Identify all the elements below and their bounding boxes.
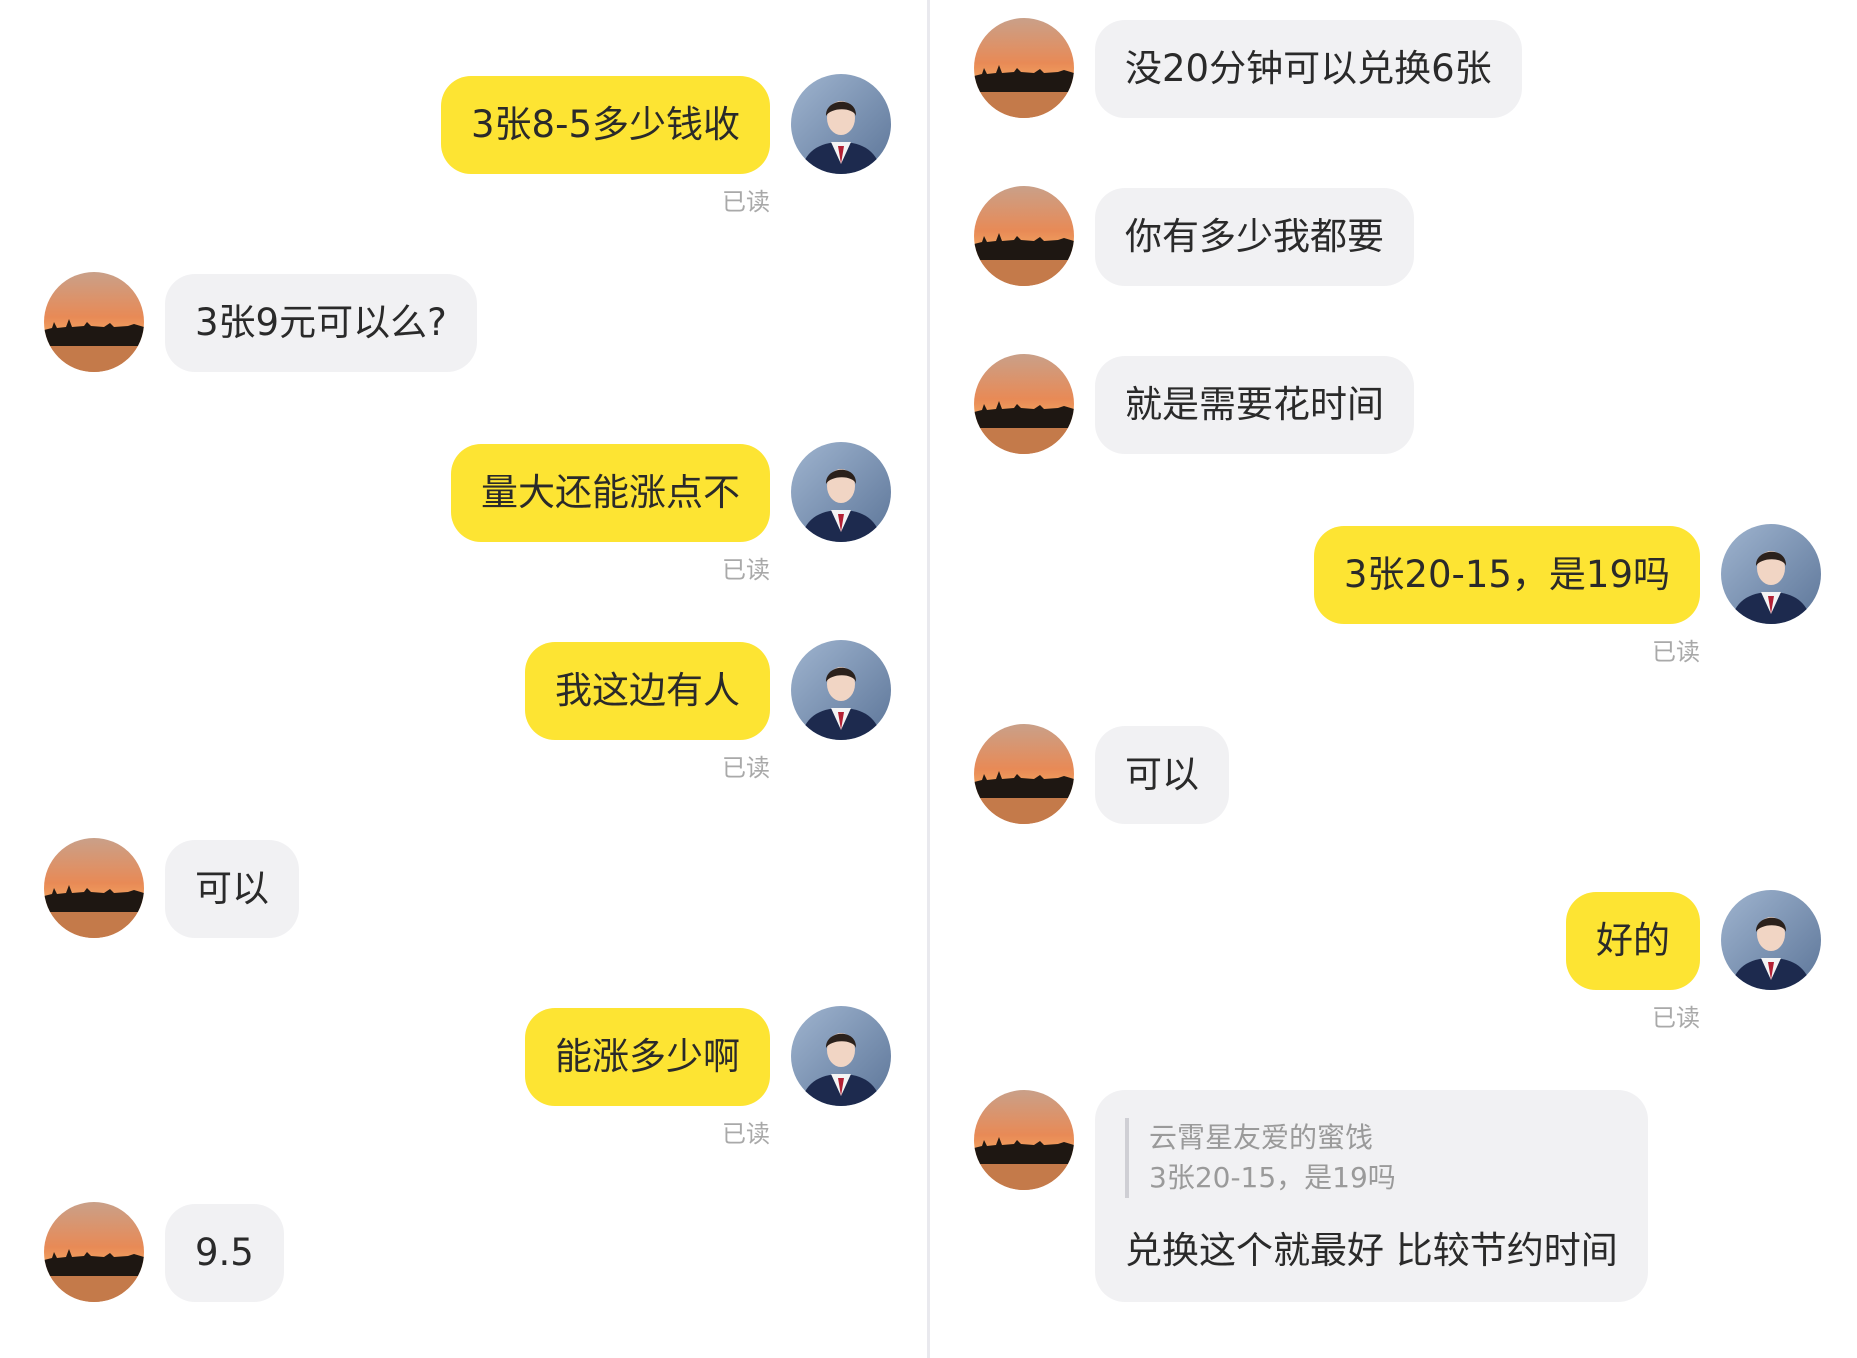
contact-avatar[interactable]	[44, 1202, 144, 1302]
message-row: 能涨多少啊已读	[0, 1002, 927, 1148]
contact-avatar[interactable]	[974, 1090, 1074, 1190]
reply-text: 兑换这个就最好 比较节约时间	[1125, 1229, 1618, 1272]
message-row: 你有多少我都要	[930, 182, 1857, 322]
quoted-text: 3张20-15，是19吗	[1149, 1161, 1396, 1194]
message-row: 可以	[930, 720, 1857, 860]
incoming-message-bubble[interactable]: 就是需要花时间	[1095, 356, 1414, 454]
message-row: 3张8-5多少钱收已读	[0, 70, 927, 216]
own-avatar[interactable]	[791, 1006, 891, 1106]
own-avatar[interactable]	[791, 442, 891, 542]
read-status: 已读	[722, 1120, 770, 1148]
incoming-message-bubble[interactable]: 3张9元可以么?	[165, 274, 477, 372]
message-row-quoted: 云霄星友爱的蜜饯 3张20-15，是19吗兑换这个就最好 比较节约时间	[930, 1090, 1857, 1302]
outgoing-message-bubble[interactable]: 我这边有人	[525, 642, 770, 740]
outgoing-message-bubble[interactable]: 3张20-15，是19吗	[1313, 526, 1700, 624]
quoted-author: 云霄星友爱的蜜饯	[1149, 1121, 1374, 1154]
own-avatar[interactable]	[1721, 890, 1821, 990]
chat-column-right: 没20分钟可以兑换6张 你有多少我都要 就是需要花时间 3张20-15，是19吗 已读可…	[930, 0, 1857, 1358]
incoming-message-bubble[interactable]: 没20分钟可以兑换6张	[1095, 20, 1522, 118]
outgoing-message-bubble[interactable]: 能涨多少啊	[525, 1008, 770, 1106]
incoming-message-bubble[interactable]: 9.5	[165, 1204, 284, 1302]
message-row: 可以	[0, 834, 927, 974]
contact-avatar[interactable]	[974, 354, 1074, 454]
own-avatar[interactable]	[791, 640, 891, 740]
message-row: 3张20-15，是19吗已读	[930, 520, 1857, 666]
own-avatar[interactable]	[1721, 524, 1821, 624]
read-status: 已读	[1652, 1004, 1700, 1032]
contact-avatar[interactable]	[974, 724, 1074, 824]
chat-column-left: 3张8-5多少钱收 已读 3张9元可以么? 量大还能涨点不 已读 我这边有人 已读 可以 能涨多…	[0, 0, 927, 1358]
read-status: 已读	[722, 188, 770, 216]
quoted-reference[interactable]: 云霄星友爱的蜜饯 3张20-15，是19吗	[1125, 1118, 1618, 1198]
outgoing-message-bubble[interactable]: 量大还能涨点不	[451, 444, 770, 542]
outgoing-message-bubble[interactable]: 好的	[1566, 892, 1700, 990]
incoming-message-bubble[interactable]: 可以	[165, 840, 299, 938]
message-row: 3张9元可以么?	[0, 268, 927, 408]
incoming-quote-bubble[interactable]: 云霄星友爱的蜜饯 3张20-15，是19吗兑换这个就最好 比较节约时间	[1095, 1090, 1648, 1302]
contact-avatar[interactable]	[974, 18, 1074, 118]
message-row: 我这边有人已读	[0, 636, 927, 782]
message-row: 好的已读	[930, 886, 1857, 1032]
own-avatar[interactable]	[791, 74, 891, 174]
outgoing-message-bubble[interactable]: 3张8-5多少钱收	[441, 76, 770, 174]
contact-avatar[interactable]	[974, 186, 1074, 286]
read-status: 已读	[1652, 638, 1700, 666]
message-row: 就是需要花时间	[930, 350, 1857, 490]
read-status: 已读	[722, 556, 770, 584]
contact-avatar[interactable]	[44, 838, 144, 938]
message-row: 量大还能涨点不已读	[0, 438, 927, 584]
message-row: 没20分钟可以兑换6张	[930, 14, 1857, 154]
incoming-message-bubble[interactable]: 可以	[1095, 726, 1229, 824]
contact-avatar[interactable]	[44, 272, 144, 372]
incoming-message-bubble[interactable]: 你有多少我都要	[1095, 188, 1414, 286]
message-row: 9.5	[0, 1198, 927, 1338]
read-status: 已读	[722, 754, 770, 782]
